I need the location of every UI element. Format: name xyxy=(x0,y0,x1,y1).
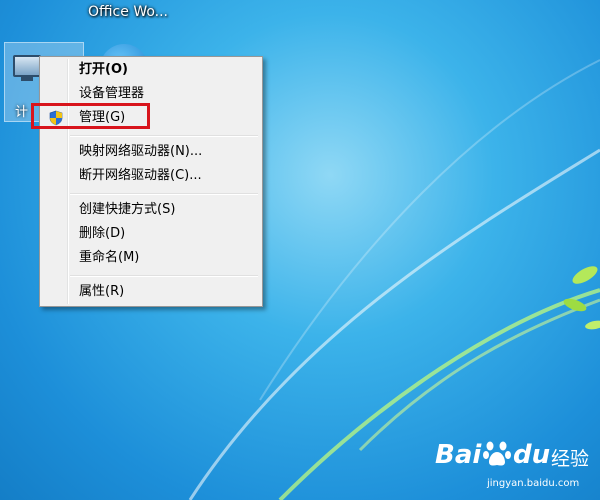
menu-item-open[interactable]: 打开(O) xyxy=(42,59,260,81)
menu-item-label: 打开(O) xyxy=(79,62,128,77)
menu-item-label: 重命名(M) xyxy=(79,250,140,265)
computer-icon-label: 计 xyxy=(15,105,29,120)
menu-item-rename[interactable]: 重命名(M) xyxy=(42,247,260,269)
menu-separator xyxy=(70,135,258,137)
watermark-brand-bai: Bai xyxy=(435,440,482,470)
desktop-icon-office[interactable]: Office Wo... xyxy=(88,0,198,26)
desktop-icon-label: Office Wo... xyxy=(88,4,169,20)
watermark-brand-du: du xyxy=(513,440,551,470)
baidu-watermark: Bai du 经验 jingyan.baidu.com xyxy=(435,434,595,494)
menu-item-label: 断开网络驱动器(C)... xyxy=(79,168,202,183)
menu-item-label: 删除(D) xyxy=(79,226,126,241)
menu-item-label: 映射网络驱动器(N)... xyxy=(79,144,203,159)
menu-item-device-manager[interactable]: 设备管理器 xyxy=(42,83,260,105)
computer-icon xyxy=(13,55,41,77)
menu-item-properties[interactable]: 属性(R) xyxy=(42,281,260,303)
menu-item-delete[interactable]: 删除(D) xyxy=(42,223,260,245)
menu-item-map-network-drive[interactable]: 映射网络驱动器(N)... xyxy=(42,141,260,163)
watermark-brand-jingyan: 经验 xyxy=(551,448,590,470)
menu-item-disconnect-network-drive[interactable]: 断开网络驱动器(C)... xyxy=(42,165,260,187)
menu-item-create-shortcut[interactable]: 创建快捷方式(S) xyxy=(42,199,260,221)
paw-icon xyxy=(483,441,511,466)
menu-item-label: 设备管理器 xyxy=(79,86,145,101)
watermark-url: jingyan.baidu.com xyxy=(487,478,580,489)
menu-item-label: 创建快捷方式(S) xyxy=(79,202,176,217)
highlight-annotation-box xyxy=(31,103,150,129)
context-menu: 打开(O) 设备管理器 管理(G) 映射网络驱动器(N)... 断开网络驱动器(… xyxy=(39,56,263,307)
menu-separator xyxy=(70,193,258,195)
computer-icon-stand xyxy=(21,76,33,81)
menu-item-label: 属性(R) xyxy=(79,284,125,299)
menu-separator xyxy=(70,275,258,277)
